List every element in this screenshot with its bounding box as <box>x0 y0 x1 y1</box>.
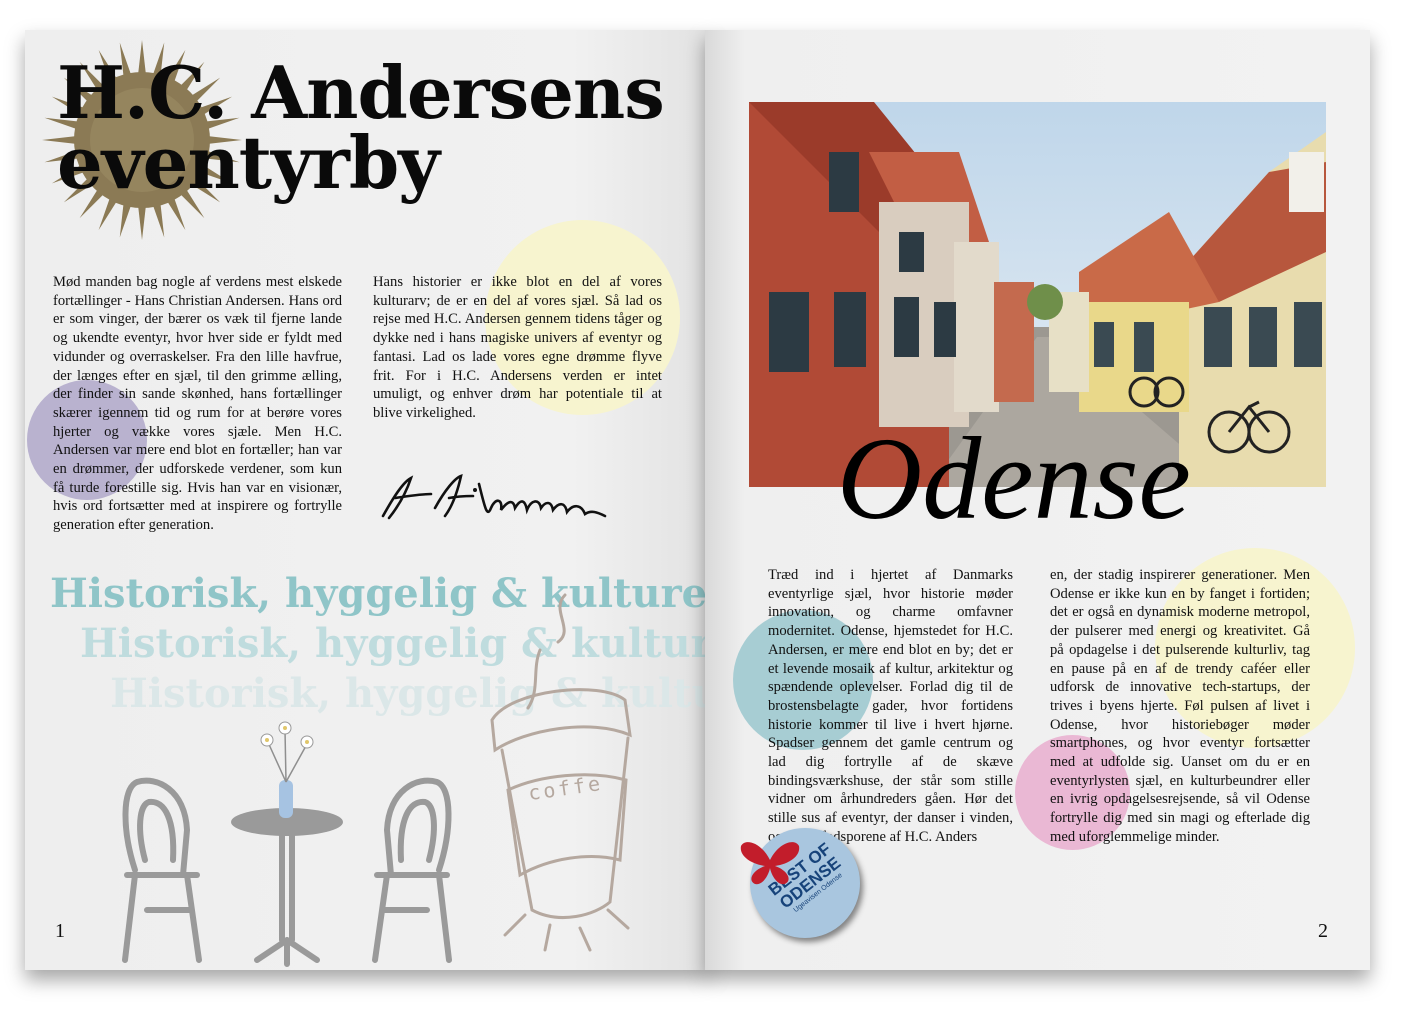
right-page: Odense Træd ind i hjertet af Danmarks ev… <box>705 30 1370 970</box>
page-number-1: 1 <box>55 920 65 942</box>
title-line-2: eventyrby <box>57 120 440 205</box>
odense-title: Odense <box>837 413 1191 544</box>
body-column-2: Hans historier er ikke blot en del af vo… <box>373 274 662 421</box>
signature-icon <box>381 474 607 520</box>
left-page: H.C. Andersens eventyrby Mød manden bag … <box>25 30 710 970</box>
magazine-spread: H.C. Andersens eventyrby Mød manden bag … <box>0 0 1406 1018</box>
page-title: H.C. Andersens eventyrby <box>57 57 665 199</box>
coffee-cup: coffe <box>480 590 650 960</box>
cafe-table-icon <box>122 721 452 967</box>
page-number-2: 2 <box>1318 920 1328 942</box>
body-column-right-1: Træd ind i hjertet af Danmarks eventyrli… <box>768 567 1013 845</box>
body-column-1: Mød manden bag nogle af verdens mest els… <box>53 274 342 534</box>
body-column-right-2: en, der stadig inspirerer generationer. … <box>1050 567 1310 845</box>
butterfly-icon <box>740 842 800 885</box>
